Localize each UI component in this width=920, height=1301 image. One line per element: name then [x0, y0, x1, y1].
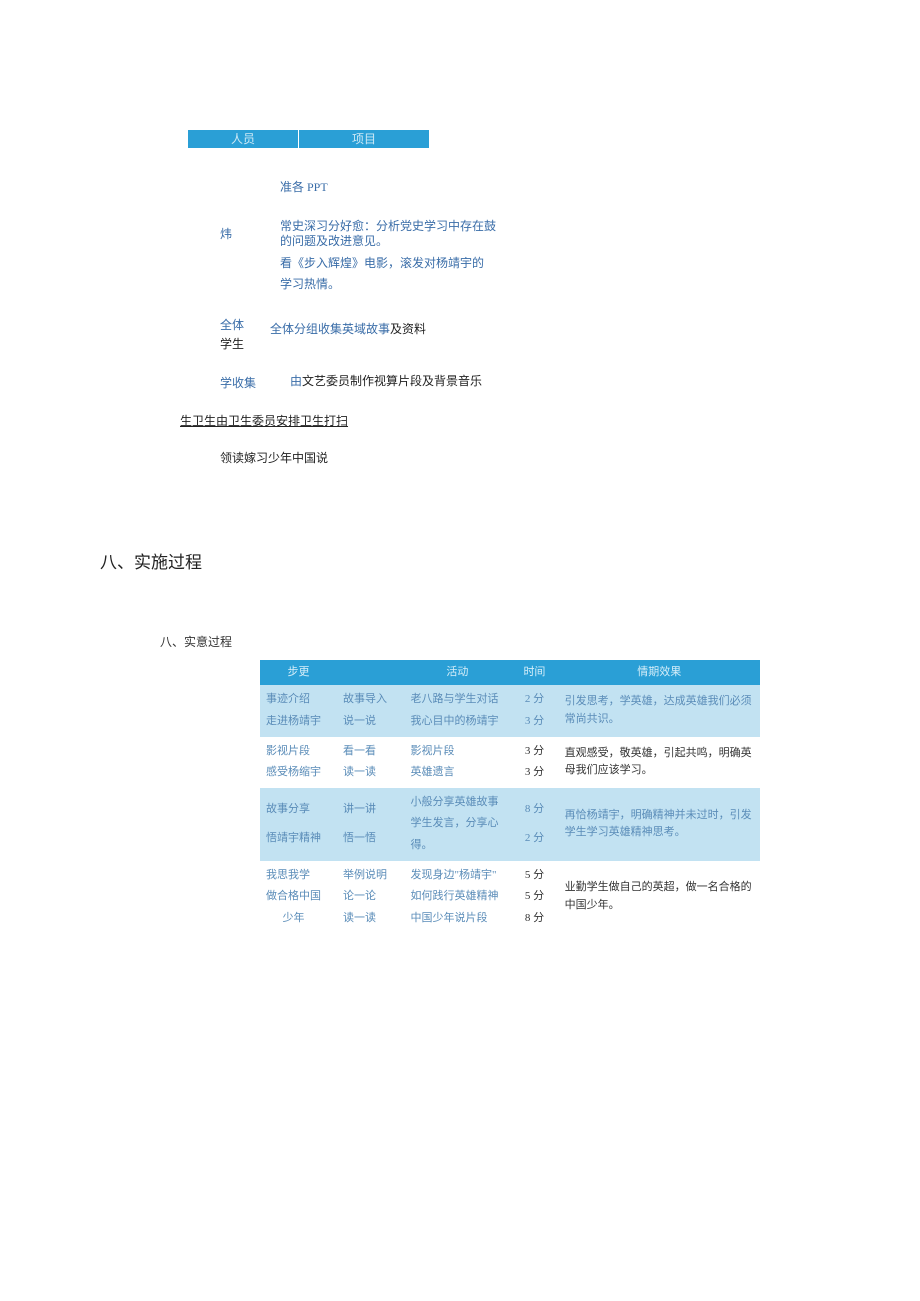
r1b1: 走进杨靖宇: [266, 711, 321, 733]
r2a2: 看一看: [343, 741, 376, 763]
students-label1: 全体: [220, 316, 270, 335]
teacher-label: 炜: [220, 217, 280, 296]
r4a4: 5 分: [525, 865, 544, 887]
table-row: 事迹介绍 走进杨靖宇 故事导入 说一说 老八路与学生对话 我心目中的杨靖宇 2 …: [260, 685, 760, 736]
teacher-line4: 学习热情。: [280, 275, 760, 294]
r3b4: 2 分: [525, 828, 544, 850]
prep-item-read: 领读嫁习少年中国说: [220, 449, 760, 468]
r1b3: 我心目中的杨靖宇: [411, 711, 499, 733]
th-activity: 活动: [405, 660, 511, 686]
table-row: 影视片段 感受杨缩宇 看一看 读一读 影视片段 英雄遗言 3 分 3 分 直观感…: [260, 737, 760, 788]
prep-item-hygiene: 生卫生由卫生委员安排卫生打扫: [180, 412, 760, 431]
students-label2: 学生: [220, 335, 270, 354]
r1a2: 故事导入: [343, 689, 387, 711]
r1a1: 事迹介绍: [266, 689, 321, 711]
section-8-title: 八、实施过程: [100, 548, 760, 573]
th-blank: [337, 660, 404, 686]
prep-list: 准各 PPT 炜 常史深习分好愈：分析党史学习中存在鼓 的问题及改进意见。 看《…: [220, 178, 760, 468]
r4b3: 如何践行英雄精神: [411, 886, 499, 908]
r2b2: 读一读: [343, 762, 376, 784]
r4b1: 做合格中国: [266, 886, 321, 908]
th-step: 步更: [260, 660, 337, 686]
r3-effect: 再恰杨靖宇，明确精神并未过时，引发学生学习英雄精神思考。: [559, 788, 760, 861]
prep-item-teacher: 炜 常史深习分好愈：分析党史学习中存在鼓 的问题及改进意见。 看《步入辉煌》电影…: [220, 217, 760, 296]
read-text: 领读嫁习少年中国说: [220, 449, 760, 468]
r1a4: 2 分: [525, 689, 544, 711]
table-row: 故事分享 悟靖宇精神 讲一讲 悟一悟 小般分享英雄故事 学生发言，分享心 得。 …: [260, 788, 760, 861]
r4a3: 发现身边"杨靖宇": [411, 865, 499, 887]
r3a3: 小般分享英雄故事: [411, 792, 499, 814]
collect-content: 由文艺委员制作视算片段及背景音乐: [290, 374, 482, 388]
prep-item-students: 全体 学生 全体分组收集英域故事及资料: [220, 314, 760, 354]
students-content: 全体分组收集英域故事及资料: [270, 322, 426, 336]
teacher-line3: 看《步入辉煌》电影，滚发对杨靖宇的: [280, 254, 760, 273]
r4-effect: 业勤学生做自己的英超，做一名合格的中国少年。: [559, 861, 760, 934]
th-time: 时间: [510, 660, 558, 686]
r1b4: 3 分: [525, 711, 544, 733]
r4c1: 少年: [266, 908, 321, 930]
process-table: 步更 活动 时间 情期效果 事迹介绍 走进杨靖宇 故事导入 说一说 老八路与学生…: [260, 660, 760, 934]
r4a2: 举例说明: [343, 865, 387, 887]
r4c3: 中国少年说片段: [411, 908, 499, 930]
header-col-item: 项目: [299, 130, 429, 148]
r3a4: 8 分: [525, 799, 544, 821]
table-header-row: 步更 活动 时间 情期效果: [260, 660, 760, 686]
top-table-header: 人员 项目: [188, 130, 760, 148]
th-effect: 情期效果: [559, 660, 760, 686]
hygiene-prefix: 生: [180, 414, 192, 428]
r3b1: 悟靖宇精神: [266, 828, 321, 850]
r2b1: 感受杨缩宇: [266, 762, 321, 784]
document-page: 人员 项目 准各 PPT 炜 常史深习分好愈：分析党史学习中存在鼓 的问题及改进…: [0, 0, 920, 973]
r4c2: 读一读: [343, 908, 387, 930]
r1b2: 说一说: [343, 711, 387, 733]
r1-effect: 引发思考，学英雄，达成英雄我们必须常尚共识。: [559, 685, 760, 736]
teacher-line1: 常史深习分好愈：分析党史学习中存在鼓: [280, 219, 496, 233]
table-row: 我思我学 做合格中国 少年 举例说明 论一论 读一读 发现身边"杨靖宇" 如何践…: [260, 861, 760, 934]
prep-item-ppt: 准各 PPT: [220, 178, 760, 199]
r1a3: 老八路与学生对话: [411, 689, 499, 711]
r3b3a: 学生发言，分享心: [411, 813, 499, 835]
r2a4: 3 分: [525, 741, 544, 763]
r2a3: 影视片段: [411, 741, 455, 763]
r2b4: 3 分: [525, 762, 544, 784]
prep-item-collect: 学收集 由文艺委员制作视算片段及背景音乐: [220, 372, 760, 393]
r4b4: 5 分: [525, 886, 544, 908]
hygiene-text: 卫生由卫生委员安排卫生打扫: [192, 414, 348, 428]
header-col-person: 人员: [188, 130, 298, 148]
r4a1: 我思我学: [266, 865, 321, 887]
section-8-subtitle: 八、实意过程: [160, 633, 760, 650]
r2-effect: 直观感受，敬英雄，引起共鸣，明确英母我们应该学习。: [559, 737, 760, 788]
collect-label: 学收集: [220, 372, 290, 393]
r3a2: 讲一讲: [343, 799, 376, 821]
r3b2: 悟一悟: [343, 828, 376, 850]
r3b3b: 得。: [411, 835, 499, 857]
r4b2: 论一论: [343, 886, 387, 908]
r4c4: 8 分: [525, 908, 544, 930]
r3a1: 故事分享: [266, 799, 321, 821]
r2a1: 影视片段: [266, 741, 321, 763]
ppt-text: 准各 PPT: [280, 178, 760, 197]
r2b3: 英雄遗言: [411, 762, 455, 784]
